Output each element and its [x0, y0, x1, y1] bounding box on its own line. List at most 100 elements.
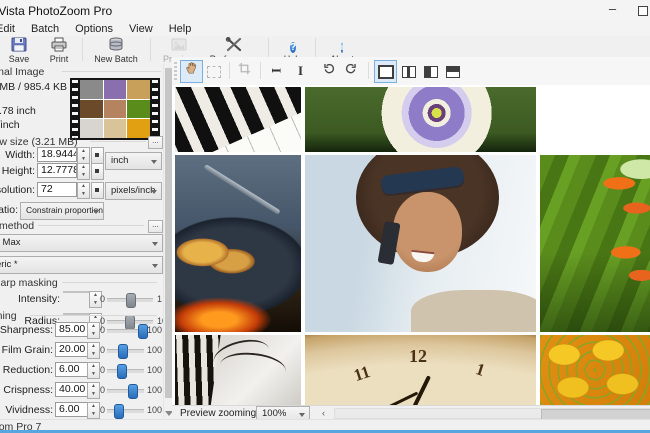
chevron-down-icon [93, 210, 99, 214]
preview-bottom-bar: Preview zooming: 100% ‹ [172, 405, 650, 420]
single-view-icon [378, 65, 394, 79]
horizontal-scrollbar[interactable] [334, 408, 650, 419]
preset-dropdown[interactable]: Generic * [0, 256, 163, 274]
view-split-button[interactable] [398, 60, 419, 81]
database-stack-icon [88, 37, 144, 53]
film-grain-stepper[interactable]: ▲▼ [87, 342, 100, 359]
slider-max: 100 [147, 325, 162, 335]
menu-view[interactable]: View [121, 23, 161, 35]
rotate-left-button[interactable] [318, 60, 339, 81]
sharpness-slider[interactable] [107, 329, 144, 333]
resolution-stepper[interactable]: ▲▼ [77, 182, 90, 199]
vividness-slider[interactable] [107, 409, 144, 413]
photo-tile-passion-flower [305, 87, 536, 152]
artifact-reduction-slider[interactable] [107, 369, 144, 373]
resolution-input[interactable]: 72 [37, 182, 77, 197]
size-unit-dropdown[interactable]: inch [105, 152, 162, 170]
photo-tile-antique-clock: 11 12 1 [305, 335, 536, 405]
info-icon: i [341, 42, 344, 53]
width-unit-button[interactable] [91, 147, 104, 164]
slider-max: 100 [147, 405, 162, 415]
vividness-slider-thumb[interactable] [114, 404, 124, 419]
menu-batch[interactable]: Batch [23, 23, 67, 35]
slider-min: 0 [100, 294, 105, 304]
slider-min: 0 [100, 385, 105, 395]
toolbar-grip [174, 62, 177, 80]
thumbnail-collage [80, 80, 150, 138]
radius-slider-thumb[interactable] [125, 315, 135, 330]
slider-min: 0 [100, 345, 105, 355]
view-compare-button[interactable] [420, 60, 441, 81]
menu-help[interactable]: Help [161, 23, 200, 35]
artifact-reduction-slider-thumb[interactable] [117, 364, 127, 379]
vividness-label: Vividness: [5, 404, 53, 416]
height-unit-button[interactable] [91, 163, 104, 180]
toolbar-separator [150, 38, 151, 61]
menu-edit[interactable]: Edit [0, 23, 23, 35]
crispness-slider[interactable] [107, 389, 144, 393]
panel-scrollbar-thumb[interactable] [165, 68, 172, 398]
view-horizontal-split-button[interactable] [442, 60, 463, 81]
print-button[interactable]: Print [40, 37, 78, 63]
maximize-icon [638, 6, 648, 16]
clock-numeral: 12 [409, 346, 427, 367]
vividness-stepper[interactable]: ▲▼ [87, 402, 100, 419]
sharpness-stepper[interactable]: ▲▼ [87, 322, 100, 339]
crop-tool-button [234, 60, 255, 81]
unsharp-masking-header: Unsharp masking [0, 277, 58, 289]
slider-min: 0 [100, 365, 105, 375]
sharpness-label: Sharpness: [0, 324, 53, 336]
split-view-icon [402, 66, 416, 78]
intensity-input[interactable] [63, 291, 91, 293]
chevron-down-icon [152, 242, 158, 246]
height-stepper[interactable]: ▲▼ [77, 163, 90, 180]
fine-tuning-header: Fine-tuning [0, 310, 17, 322]
toolbar-separator [229, 62, 230, 79]
preview-image[interactable]: 11 12 1 [172, 85, 650, 405]
resolution-unit-dropdown[interactable]: pixels/inch [105, 182, 162, 200]
film-grain-slider-thumb[interactable] [118, 344, 128, 359]
vividness-input[interactable]: 6.00 [55, 402, 89, 417]
scroll-left-icon[interactable]: ‹ [322, 408, 325, 418]
photo-tile-kiwano-fruit [540, 335, 650, 405]
flip-vertical-button[interactable]: I [290, 60, 311, 81]
crispness-slider-thumb[interactable] [128, 384, 138, 399]
resolution-unit-button[interactable] [91, 182, 104, 199]
film-grain-slider[interactable] [107, 349, 144, 353]
rotate-right-button[interactable] [340, 60, 361, 81]
window-title: BenVista PhotoZoom Pro [0, 4, 112, 18]
horizontal-split-view-icon [446, 66, 460, 78]
slider-max: 100 [147, 345, 162, 355]
artifact-reduction-stepper[interactable]: ▲▼ [87, 362, 100, 379]
hand-icon [185, 61, 199, 75]
chevron-down-icon [151, 190, 157, 194]
sharpness-input[interactable]: 85.00 [55, 322, 89, 337]
film-grain-input[interactable]: 20.00 [55, 342, 89, 357]
minimize-button[interactable]: – [598, 0, 627, 21]
crispness-input[interactable]: 40.00 [55, 382, 89, 397]
new-batch-button[interactable]: New Batch [88, 37, 144, 63]
flip-horizontal-button[interactable]: I [266, 60, 287, 81]
title-bar: BenVista PhotoZoom Pro – [0, 0, 650, 21]
height-input[interactable]: 12.7778 [37, 163, 77, 178]
intensity-slider-thumb[interactable] [126, 293, 136, 308]
rotate-right-icon [344, 62, 358, 75]
intensity-slider[interactable] [107, 298, 153, 302]
resize-method-dropdown[interactable]: S-Spline Max [0, 234, 163, 252]
ratio-dropdown[interactable]: Constrain proportions [20, 202, 104, 220]
crispness-stepper[interactable]: ▲▼ [87, 382, 100, 399]
new-size-options-button[interactable]: ... [148, 136, 163, 149]
maximize-button[interactable] [628, 0, 650, 21]
width-stepper[interactable]: ▲▼ [77, 147, 90, 164]
menu-options[interactable]: Options [67, 23, 121, 35]
pan-tool-button[interactable] [180, 60, 203, 83]
save-button[interactable]: Save [0, 37, 38, 63]
photo-tile-tree-frog [540, 155, 650, 332]
artifact-reduction-input[interactable]: 6.00 [55, 362, 89, 377]
view-single-button[interactable] [374, 60, 397, 83]
width-input[interactable]: 18.9444 [37, 147, 77, 162]
resize-method-options-button[interactable]: ... [148, 220, 163, 233]
slider-max: 100 [147, 385, 162, 395]
clock-numeral: 11 [351, 362, 372, 386]
crop-icon [238, 62, 251, 75]
